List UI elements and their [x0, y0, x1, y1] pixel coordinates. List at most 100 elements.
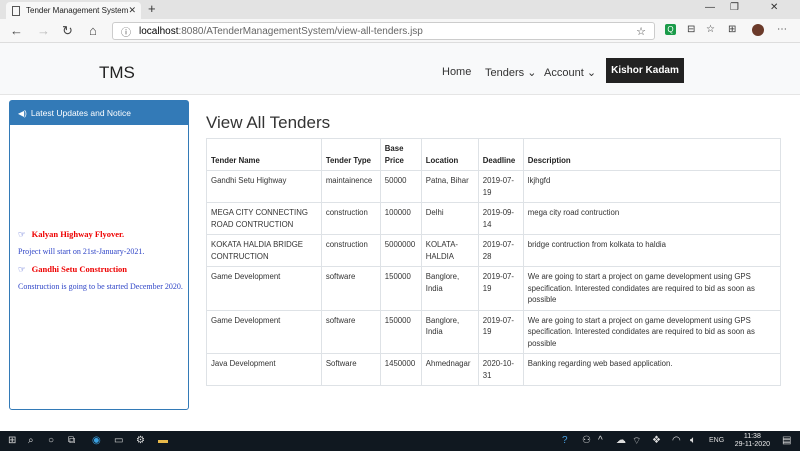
- info-icon[interactable]: ⓘ: [121, 24, 131, 39]
- column-header: Base Price: [379, 138, 422, 171]
- settings-app-icon[interactable]: ⚙: [136, 435, 145, 446]
- dropbox-icon[interactable]: ❖: [652, 435, 661, 446]
- table-cell: 2019-07-19: [477, 309, 524, 354]
- notice-item-title: ☞ Gandhi Setu Construction: [18, 264, 127, 275]
- table-cell: Banglore, India: [420, 309, 479, 354]
- column-header: Tender Name: [206, 138, 322, 171]
- favorites-icon[interactable]: ☆: [706, 24, 715, 35]
- task-view-icon[interactable]: ⧉: [68, 435, 75, 446]
- clock-date: 29-11-2020: [734, 441, 770, 448]
- table-cell: construction: [320, 202, 381, 235]
- terminal-icon[interactable]: ▭: [114, 435, 123, 446]
- network-icon[interactable]: ⌔: [632, 435, 641, 448]
- table-cell: 2019-09-14: [477, 202, 524, 235]
- table-cell: Banking regarding web based application.: [522, 353, 782, 386]
- table-cell: software: [320, 266, 381, 311]
- profile-avatar[interactable]: [752, 24, 764, 36]
- user-button[interactable]: Kishor Kadam: [606, 58, 684, 83]
- collections-icon[interactable]: ⊞: [728, 24, 736, 35]
- column-header: Tender Type: [320, 138, 381, 171]
- address-field[interactable]: ⓘ localhost :8080/ATenderManagementSyste…: [112, 22, 655, 40]
- favorite-star-icon[interactable]: ☆: [636, 25, 646, 38]
- wifi-icon[interactable]: ◠: [672, 435, 681, 446]
- table-cell: Delhi: [420, 202, 479, 235]
- notice-item-text: Construction is going to be started Dece…: [18, 282, 183, 291]
- extension-icon[interactable]: ⊟: [687, 24, 695, 35]
- chevron-down-icon: ⌄: [586, 67, 597, 79]
- table-row: Game Development software 150000 Banglor…: [206, 309, 782, 354]
- tenders-table: Tender Name Tender Type Base Price Locat…: [206, 138, 782, 386]
- tray-expand-icon[interactable]: ^: [598, 435, 603, 446]
- table-row: Game Development software 150000 Banglor…: [206, 266, 782, 311]
- clock[interactable]: 11:38 29-11-2020: [735, 433, 770, 449]
- nav-account-label: Account: [544, 67, 584, 79]
- windows-start-icon[interactable]: ⊞: [8, 435, 16, 446]
- nav-account-dropdown[interactable]: Account ⌄: [544, 66, 596, 79]
- file-explorer-icon[interactable]: ▬: [158, 435, 168, 446]
- table-cell: maintainence: [320, 170, 381, 203]
- column-header: Description: [522, 138, 782, 171]
- back-icon[interactable]: ←: [10, 23, 23, 38]
- url-path: :8080/ATenderManagementSystem/view-all-t…: [178, 25, 423, 37]
- nav-home[interactable]: Home: [442, 66, 471, 78]
- table-cell: 5000000: [379, 234, 422, 267]
- site-navbar: TMS Home Tenders ⌄ Account ⌄ Kishor Kada…: [0, 43, 800, 95]
- notice-header: ◀) Latest Updates and Notice: [10, 101, 188, 125]
- table-row: Gandhi Setu Highway maintainence 50000 P…: [206, 170, 782, 203]
- table-cell: construction: [320, 234, 381, 267]
- close-tab-icon[interactable]: ✕: [128, 5, 136, 16]
- notice-panel: ◀) Latest Updates and Notice ☞ Kalyan Hig…: [9, 100, 189, 410]
- chevron-down-icon: ⌄: [527, 67, 537, 79]
- nav-tenders-label: Tenders: [485, 67, 525, 79]
- table-cell: 100000: [379, 202, 422, 235]
- people-icon[interactable]: ⚇: [582, 435, 591, 446]
- more-menu-icon[interactable]: ⋯: [777, 24, 787, 35]
- edge-browser-icon[interactable]: ◉: [92, 435, 101, 446]
- notifications-icon[interactable]: ▤: [782, 435, 791, 446]
- browser-tab[interactable]: Tender Management System ✕: [6, 2, 141, 19]
- cortana-icon[interactable]: ○: [48, 435, 54, 446]
- table-cell: Software: [320, 353, 381, 386]
- table-cell: Java Development: [206, 353, 322, 386]
- nav-tenders-dropdown[interactable]: Tenders ⌄: [485, 66, 536, 79]
- language-indicator[interactable]: ENG: [709, 437, 724, 444]
- table-cell: 2019-07-19: [477, 170, 524, 203]
- table-cell: 50000: [379, 170, 422, 203]
- brand-logo[interactable]: TMS: [99, 63, 135, 83]
- volume-icon[interactable]: 🔈︎: [690, 435, 696, 446]
- clock-time: 11:38: [743, 433, 761, 440]
- browser-tab-strip: Tender Management System ✕ + — ❐ ✕: [0, 0, 800, 19]
- table-cell: 1450000: [379, 353, 422, 386]
- extension-q-icon[interactable]: Q: [665, 24, 676, 35]
- table-cell: Banglore, India: [420, 266, 479, 311]
- new-tab-button[interactable]: +: [148, 1, 156, 16]
- refresh-icon[interactable]: ↻: [62, 23, 73, 39]
- forward-icon[interactable]: →: [37, 23, 50, 38]
- search-icon[interactable]: ⌕: [28, 435, 34, 446]
- help-icon[interactable]: ?: [562, 435, 568, 446]
- tab-title: Tender Management System: [26, 6, 129, 15]
- close-window-icon[interactable]: ✕: [770, 2, 778, 13]
- pointing-hand-icon: ☞: [18, 264, 26, 274]
- column-header: Location: [420, 138, 479, 171]
- megaphone-icon: ◀): [18, 108, 27, 118]
- table-cell: KOKATA HALDIA BRIDGE CONTRUCTION: [206, 234, 322, 267]
- notice-header-label: Latest Updates and Notice: [30, 108, 132, 118]
- table-cell: Game Development: [206, 309, 322, 354]
- notice-item-text: Project will start on 21st-January-2021.: [18, 247, 145, 256]
- url-host: localhost: [139, 25, 179, 37]
- table-row: MEGA CITY CONNECTING ROAD CONTRUCTION co…: [206, 202, 782, 235]
- table-cell: Ahmednagar: [420, 353, 479, 386]
- table-cell: 150000: [379, 266, 422, 311]
- column-header: Deadline: [477, 138, 524, 171]
- maximize-icon[interactable]: ❐: [730, 2, 739, 13]
- onedrive-icon[interactable]: ☁: [616, 435, 626, 446]
- table-cell: 2020-10-31: [477, 353, 524, 386]
- table-cell: We are going to start a project on game …: [522, 309, 782, 354]
- table-cell: We are going to start a project on game …: [522, 266, 782, 311]
- minimize-icon[interactable]: —: [705, 2, 715, 13]
- table-cell: Patna, Bihar: [420, 170, 479, 203]
- home-icon[interactable]: ⌂: [89, 23, 97, 38]
- windows-taskbar: ⊞ ⌕ ○ ⧉ ◉ ▭ ⚙ ▬ ? ⚇ ^ ☁ ⌔ ❖ ◠ 🔈︎ ENG 11:…: [0, 431, 800, 451]
- table-cell: KOLATA-HALDIA: [420, 234, 479, 267]
